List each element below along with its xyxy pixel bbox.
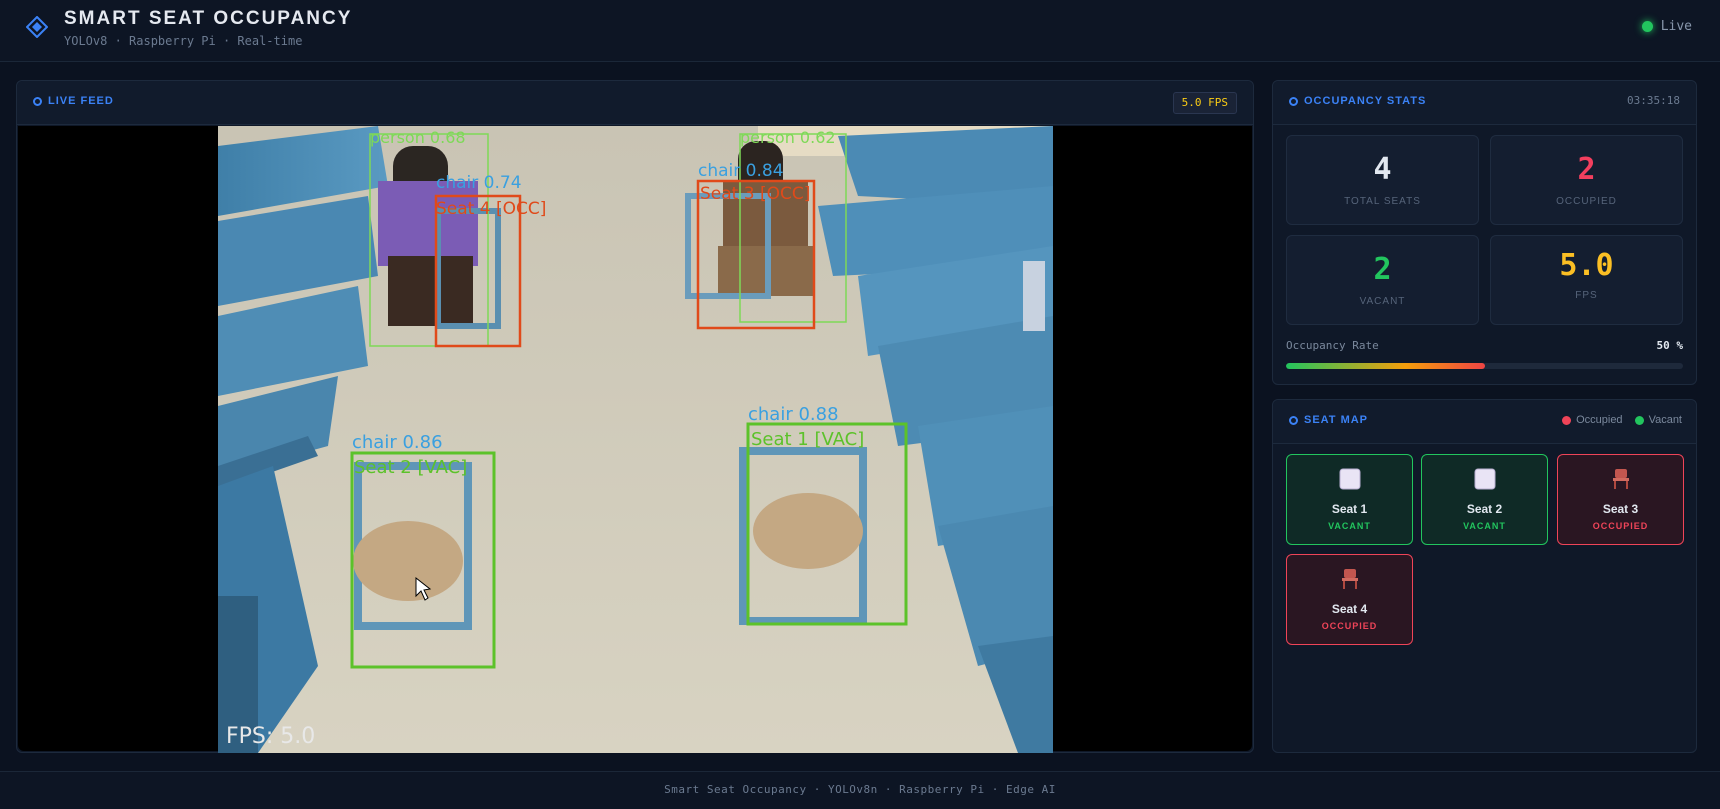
- diamond-logo-icon: [26, 16, 48, 38]
- seat-card-1[interactable]: Seat 1 VACANT: [1286, 454, 1413, 545]
- seat-map-title: SEAT MAP: [1289, 414, 1368, 426]
- chair-icon: [1558, 467, 1683, 491]
- detection-label: person 0.62: [740, 128, 836, 147]
- live-label: Live: [1660, 19, 1692, 34]
- camera-frame[interactable]: person 0.68 chair 0.74 Seat 4 [OCC] pers…: [218, 126, 1053, 753]
- occupancy-rate-fill: [1286, 363, 1485, 369]
- stats-title-text: OCCUPANCY STATS: [1304, 95, 1427, 107]
- detection-label: Seat 2 [VAC]: [354, 457, 467, 478]
- video-area: person 0.68 chair 0.74 Seat 4 [OCC] pers…: [18, 126, 1252, 753]
- seat-card-4[interactable]: Seat 4 OCCUPIED: [1286, 554, 1413, 645]
- chair-icon: [1287, 567, 1412, 591]
- stat-value: 2: [1373, 252, 1392, 287]
- detection-label: chair 0.86: [352, 432, 443, 453]
- seat-name: Seat 2: [1466, 502, 1503, 516]
- seat-map-title-text: SEAT MAP: [1304, 414, 1369, 426]
- live-feed-title: LIVE FEED: [33, 95, 114, 107]
- stat-fps: 5.0 FPS: [1490, 235, 1683, 325]
- live-feed-title-text: LIVE FEED: [48, 95, 114, 107]
- seat-status: VACANT: [1463, 521, 1506, 531]
- app-header: SMART SEAT OCCUPANCY YOLOv8 · Raspberry …: [0, 0, 1720, 62]
- seat-map-legend: Occupied Vacant: [1562, 414, 1682, 426]
- seat-name: Seat 3: [1602, 502, 1639, 516]
- stat-label: FPS: [1575, 290, 1598, 301]
- app-subtitle: YOLOv8 · Raspberry Pi · Real-time: [64, 34, 303, 48]
- seat-status: VACANT: [1328, 521, 1371, 531]
- legend-vacant-label: Vacant: [1648, 414, 1682, 426]
- seat-name: Seat 4: [1331, 602, 1368, 616]
- legend-vacant: Vacant: [1634, 414, 1682, 426]
- stat-label: OCCUPIED: [1556, 196, 1617, 207]
- clock: 03:35:18: [1627, 94, 1680, 107]
- seat-card-3[interactable]: Seat 3 OCCUPIED: [1557, 454, 1684, 545]
- stat-value: 2: [1577, 152, 1596, 187]
- live-feed-panel: LIVE FEED 5.0 FPS person 0.68 chair 0.74…: [16, 80, 1254, 753]
- detection-label: Seat 4 [OCC]: [436, 199, 546, 219]
- legend-occupied: Occupied: [1562, 414, 1623, 426]
- detection-label: person 0.68: [370, 128, 466, 147]
- occupancy-stats-panel: OCCUPANCY STATS 03:35:18 4 TOTAL SEATS 2…: [1272, 80, 1697, 385]
- stat-label: TOTAL SEATS: [1344, 196, 1421, 207]
- occupied-dot-icon: [1562, 415, 1572, 425]
- seat-status: OCCUPIED: [1592, 521, 1649, 531]
- fps-badge: 5.0 FPS: [1172, 92, 1237, 114]
- ring-icon: [1289, 96, 1298, 106]
- stat-total-seats: 4 TOTAL SEATS: [1286, 135, 1479, 225]
- footer-text: Smart Seat Occupancy · YOLOv8n · Raspber…: [664, 783, 1056, 796]
- legend-occupied-label: Occupied: [1576, 414, 1623, 426]
- stat-value: 5.0: [1559, 248, 1614, 283]
- vacant-dot-icon: [1634, 415, 1644, 425]
- ring-icon: [1289, 415, 1298, 425]
- app-title: SMART SEAT OCCUPANCY: [64, 8, 353, 29]
- occupancy-rate-value: 50 %: [1656, 339, 1684, 352]
- live-dot-icon: [1641, 21, 1653, 32]
- empty-seat-icon: [1422, 467, 1547, 491]
- stats-header: OCCUPANCY STATS 03:35:18: [1273, 81, 1696, 125]
- seat-map-header: SEAT MAP Occupied Vacant: [1273, 400, 1696, 444]
- seat-map-panel: SEAT MAP Occupied Vacant Seat 1 VACANT S…: [1272, 399, 1697, 753]
- live-status: Live: [1641, 19, 1692, 34]
- detection-label: Seat 3 [OCC]: [700, 184, 810, 204]
- occupancy-rate-bar: [1286, 363, 1683, 369]
- seat-status: OCCUPIED: [1321, 621, 1378, 631]
- stat-vacant: 2 VACANT: [1286, 235, 1479, 325]
- stat-label: VACANT: [1359, 296, 1406, 307]
- detection-label: chair 0.74: [436, 173, 522, 193]
- occupancy-rate-label: Occupancy Rate: [1286, 339, 1379, 352]
- ring-icon: [33, 96, 42, 106]
- live-feed-header: LIVE FEED 5.0 FPS: [17, 81, 1253, 125]
- seat-name: Seat 1: [1331, 502, 1368, 516]
- stat-occupied: 2 OCCUPIED: [1490, 135, 1683, 225]
- detection-label: Seat 1 [VAC]: [751, 429, 864, 450]
- seat-card-2[interactable]: Seat 2 VACANT: [1421, 454, 1548, 545]
- empty-seat-icon: [1287, 467, 1412, 491]
- stats-title: OCCUPANCY STATS: [1289, 95, 1426, 107]
- app-footer: Smart Seat Occupancy · YOLOv8n · Raspber…: [0, 771, 1720, 809]
- stat-value: 4: [1373, 152, 1392, 187]
- detection-label: chair 0.88: [748, 404, 839, 425]
- fps-overlay: FPS: 5.0: [226, 724, 315, 749]
- detection-label: chair 0.84: [698, 161, 784, 181]
